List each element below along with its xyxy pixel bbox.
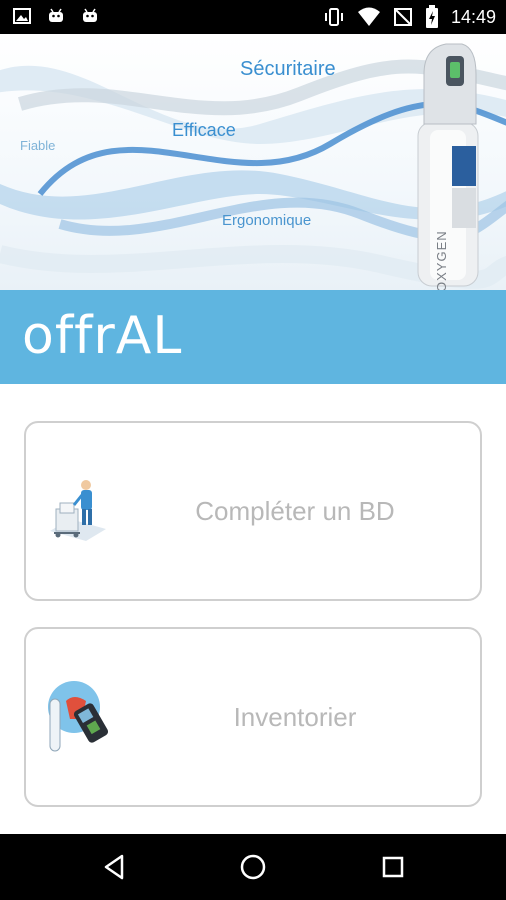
scanner-icon [48, 681, 109, 752]
tagline-efficace: Efficace [172, 120, 236, 140]
tagline-fiable: Fiable [20, 138, 56, 153]
back-icon [104, 854, 124, 880]
system-icons: 14:49 [323, 5, 496, 29]
navigation-bar [0, 834, 506, 900]
notification-icons [12, 6, 100, 26]
tagline-ergonomique: Ergonomique [222, 212, 312, 229]
brand-strip: offrAL [0, 290, 506, 384]
home-icon [240, 854, 266, 880]
back-button[interactable] [97, 850, 131, 884]
status-time: 14:49 [450, 6, 496, 27]
no-signal-icon [393, 8, 412, 26]
menu-button-inventorier[interactable]: Inventorier [24, 627, 482, 807]
app-logo-text: offrAL [22, 306, 183, 366]
menu-button-completer-bd[interactable]: Compléter un BD [24, 421, 482, 601]
home-button[interactable] [236, 850, 270, 884]
android-icon [83, 8, 97, 22]
hero-banner: Sécuritaire Efficace Fiable Ergonomique … [0, 34, 506, 290]
menu-label-inventorier: Inventorier [233, 701, 357, 732]
vibrate-icon [324, 8, 343, 26]
image-icon [13, 8, 31, 24]
status-bar: 14:49 [0, 0, 506, 34]
recents-icon [382, 856, 404, 878]
tagline-securitaire: Sécuritaire [240, 58, 336, 80]
delivery-worker-icon [50, 480, 106, 541]
battery-charging-icon [425, 5, 438, 28]
android-icon [49, 8, 63, 22]
recents-button[interactable] [376, 850, 410, 884]
menu-label-completer-bd: Compléter un BD [195, 495, 395, 526]
wifi-icon [357, 7, 380, 26]
cylinder-label: OXYGEN [434, 230, 449, 290]
